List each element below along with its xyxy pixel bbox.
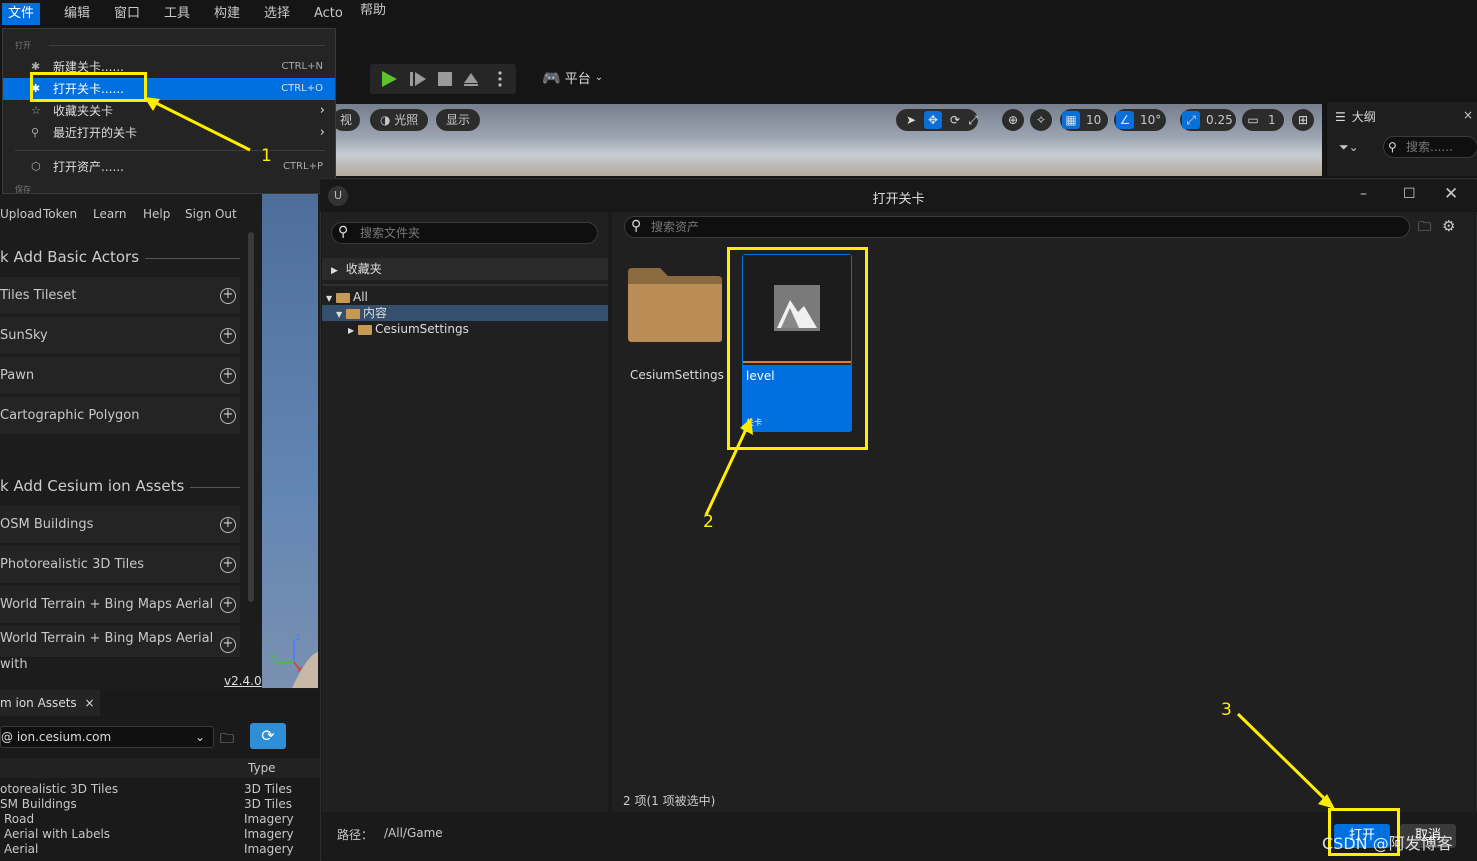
annotation-number-2: 2 [703,512,714,532]
quick-add-basic-title: k Add Basic Actors [0,248,146,266]
watermark: CSDN @阿发博客 [1322,834,1453,853]
annotation-number-1: 1 [261,146,272,166]
annotation-number-3: 3 [1221,700,1232,720]
quick-add-ion-title: k Add Cesium ion Assets [0,477,191,495]
annotation-arrows [144,97,1335,809]
